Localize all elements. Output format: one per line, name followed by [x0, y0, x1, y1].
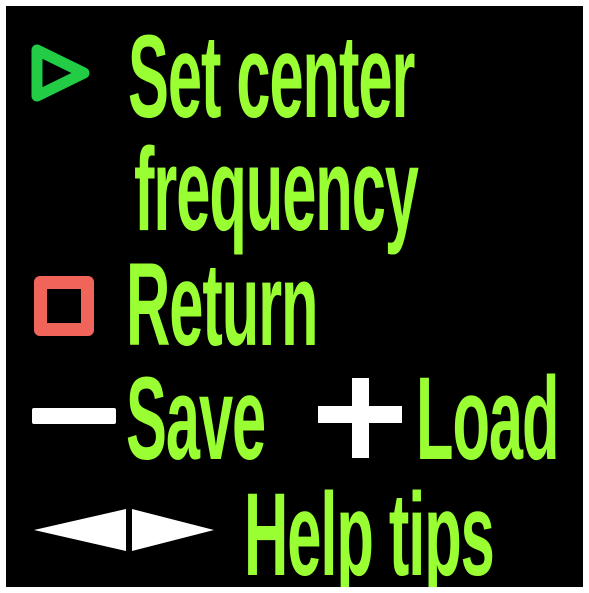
left-arrow-icon [34, 509, 126, 551]
right-arrow-icon [132, 509, 214, 551]
plus-icon-vertical [352, 378, 369, 458]
square-icon [34, 276, 94, 336]
frequency-label: frequency [134, 124, 419, 256]
save-label: Save [126, 353, 266, 485]
left-right-arrows-icon [34, 509, 214, 551]
help-tips-label: Help tips [244, 469, 495, 587]
set-center-label: Set center [128, 11, 415, 143]
minus-icon [32, 408, 116, 424]
return-label: Return [126, 239, 319, 371]
help-screen: Set center frequency Return Save Load He… [6, 6, 583, 587]
play-triangle-icon [31, 44, 90, 102]
load-label: Load [416, 353, 559, 485]
